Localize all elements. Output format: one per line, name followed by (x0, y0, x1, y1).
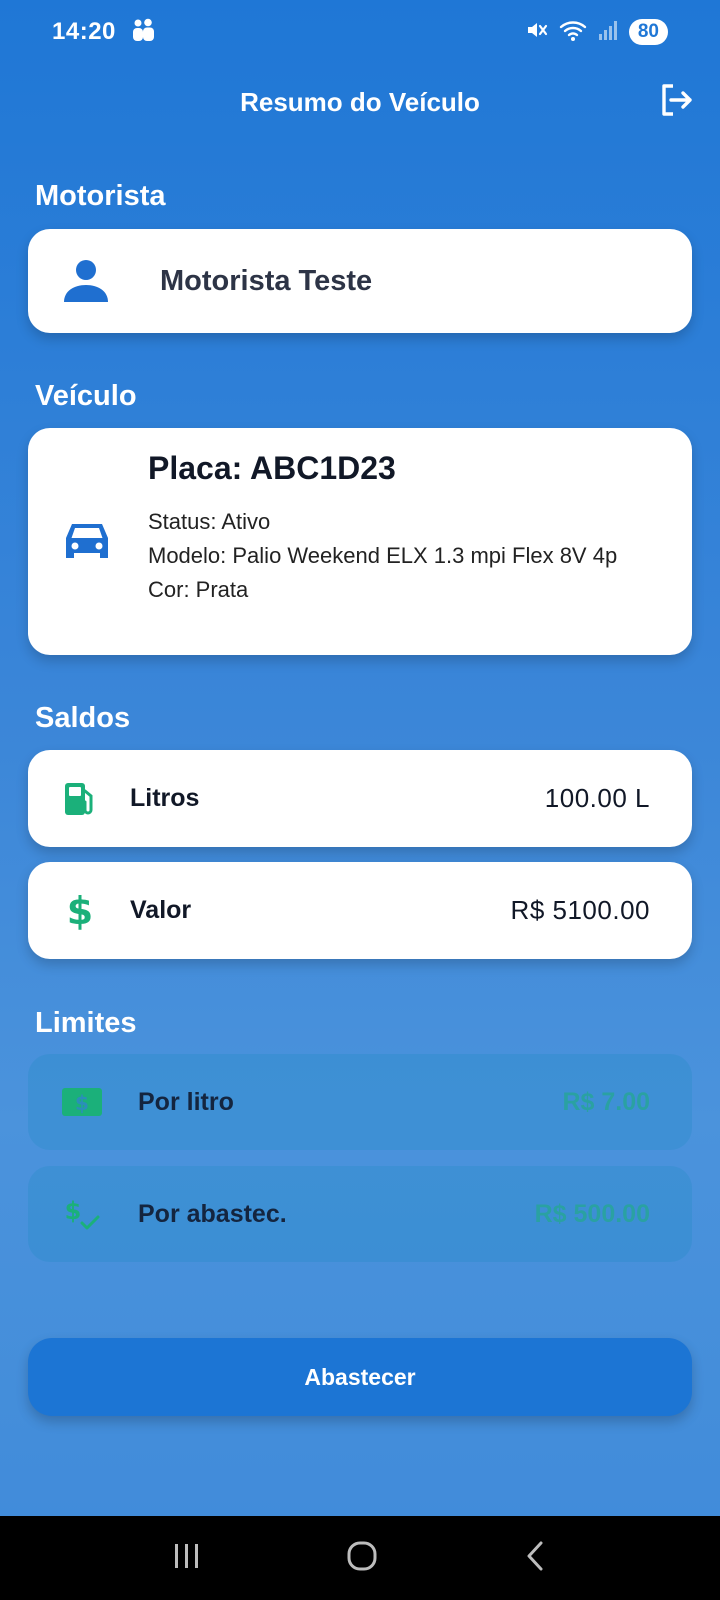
vehicle-model: Modelo: Palio Weekend ELX 1.3 mpi Flex 8… (148, 543, 618, 568)
liters-label: Litros (130, 784, 200, 812)
price-check-icon: $ (60, 1195, 104, 1233)
status-right: 80 (525, 18, 668, 47)
per-liter-value: R$ 7.00 (562, 1087, 650, 1116)
dollar-icon: $ (66, 888, 94, 933)
teams-icon (130, 18, 156, 47)
vehicle-section-title: Veículo (35, 380, 137, 412)
vehicle-info: Placa: ABC1D23 Status: Ativo Modelo: Pal… (148, 450, 662, 607)
svg-text:$: $ (65, 1197, 82, 1225)
logout-button[interactable] (654, 80, 698, 124)
back-button[interactable] (521, 1539, 549, 1578)
status-time: 14:20 (52, 18, 116, 45)
per-liter-label: Por litro (138, 1087, 234, 1116)
person-icon (56, 258, 116, 304)
driver-card: Motorista Teste (28, 229, 692, 333)
liters-balance-card: Litros 100.00 L (28, 750, 692, 847)
driver-section-title: Motorista (35, 180, 166, 212)
mute-icon (525, 18, 549, 47)
amount-label: Valor (130, 896, 192, 924)
car-icon (62, 520, 112, 569)
battery-badge: 80 (628, 19, 668, 45)
refuel-button[interactable]: Abastecer (28, 1338, 692, 1416)
vehicle-color: Cor: Prata (148, 577, 249, 602)
svg-text:$: $ (75, 1091, 89, 1115)
per-refuel-value: R$ 500.00 (534, 1199, 650, 1228)
signal-icon (597, 19, 619, 46)
liters-value: 100.00 L (544, 783, 650, 813)
app-bar: Resumo do Veículo (0, 64, 720, 140)
per-refuel-limit-card: $ Por abastec. R$ 500.00 (28, 1166, 692, 1262)
home-button[interactable] (345, 1539, 379, 1578)
page-title: Resumo do Veículo (240, 86, 480, 117)
amount-value: R$ 5100.00 (510, 895, 650, 925)
recent-apps-button[interactable] (171, 1541, 203, 1576)
balances-section-title: Saldos (35, 702, 131, 734)
vehicle-status: Status: Ativo (148, 509, 271, 534)
status-bar: 14:20 80 (0, 0, 720, 64)
driver-name: Motorista Teste (160, 264, 373, 297)
fuel-pump-icon (60, 781, 100, 817)
per-refuel-label: Por abastec. (138, 1199, 287, 1228)
per-liter-limit-card: $ Por litro R$ 7.00 (28, 1054, 692, 1150)
status-left: 14:20 (52, 18, 156, 47)
logout-icon (658, 82, 694, 123)
wifi-icon (559, 18, 587, 47)
cash-icon: $ (60, 1086, 104, 1118)
system-nav-bar (0, 1516, 720, 1600)
limits-section-title: Limites (35, 1007, 137, 1039)
amount-balance-card: $ Valor R$ 5100.00 (28, 862, 692, 959)
vehicle-plate: Placa: ABC1D23 (148, 450, 396, 486)
vehicle-card: Placa: ABC1D23 Status: Ativo Modelo: Pal… (28, 428, 692, 655)
